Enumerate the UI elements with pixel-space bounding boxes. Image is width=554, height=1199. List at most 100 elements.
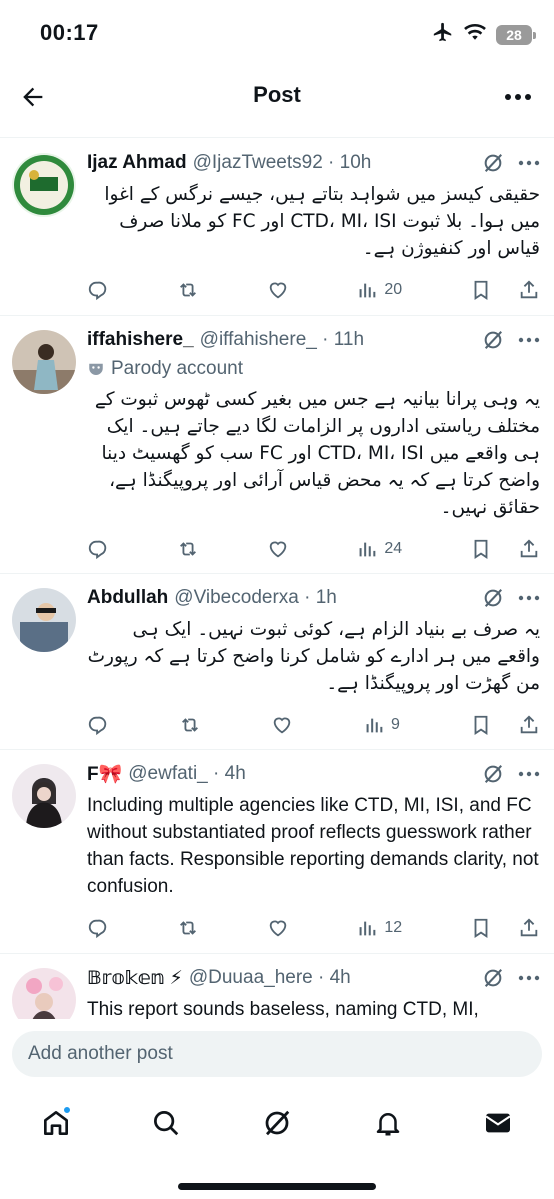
reply-post[interactable]: Abdullah @Vibecoderxa · 1h یہ صرف بے بنی… — [0, 574, 554, 750]
author-name[interactable]: 𝔹𝕣𝕠𝕜𝕖𝕟 ⚡ — [87, 967, 183, 990]
share-icon — [520, 918, 538, 937]
more-horizontal-icon[interactable] — [518, 152, 540, 174]
like-button[interactable] — [271, 714, 293, 736]
heart-icon — [269, 920, 286, 937]
reply-post[interactable]: Ijaz Ahmad @IjazTweets92 · 10h حقیقی کیس… — [0, 139, 554, 316]
bookmark-icon — [474, 918, 488, 938]
repost-button[interactable] — [177, 538, 199, 560]
reply-button[interactable] — [87, 714, 109, 736]
author-handle[interactable]: @IjazTweets92 · 10h — [193, 152, 372, 174]
parody-text: Parody account — [111, 358, 244, 379]
bookmark-icon — [474, 280, 488, 300]
notification-dot — [62, 1105, 72, 1115]
views-count: 9 — [391, 716, 400, 733]
views-button[interactable]: 20 — [356, 279, 402, 301]
author-handle[interactable]: @Duuaa_here · 4h — [189, 967, 351, 989]
reply-icon — [88, 540, 107, 560]
bookmark-button[interactable] — [470, 538, 492, 560]
repost-icon — [182, 718, 198, 732]
more-horizontal-icon[interactable] — [518, 587, 540, 609]
like-button[interactable] — [267, 538, 289, 560]
author-handle[interactable]: @Vibecoderxa · 1h — [174, 587, 337, 609]
avatar[interactable] — [12, 764, 76, 828]
status-bar: 00:17 28 — [0, 0, 554, 66]
reply-post[interactable]: 𝔹𝕣𝕠𝕜𝕖𝕟 ⚡ @Duuaa_here · 4h This report so… — [0, 954, 554, 1019]
repost-button[interactable] — [179, 714, 201, 736]
views-count: 20 — [384, 281, 403, 298]
avatar[interactable] — [12, 968, 76, 1019]
author-name[interactable]: Abdullah — [87, 587, 168, 609]
views-count: 24 — [384, 540, 403, 557]
reply-button[interactable] — [87, 538, 109, 560]
add-post-input[interactable]: Add another post — [12, 1031, 542, 1077]
share-button[interactable] — [518, 279, 540, 301]
views-button[interactable]: 9 — [363, 714, 400, 736]
author-handle[interactable]: @iffahishere_ · 11h — [200, 329, 364, 351]
grok-icon[interactable] — [482, 763, 504, 785]
post-text: یہ صرف بے بنیاد الزام ہے، کوئی ثبوت نہیں… — [87, 619, 540, 694]
post-text: This report sounds baseless, naming CTD,… — [87, 999, 479, 1019]
bookmark-button[interactable] — [470, 279, 492, 301]
author-name[interactable]: F🎀 — [87, 762, 122, 786]
tab-search[interactable] — [146, 1103, 186, 1143]
heart-icon — [273, 717, 291, 734]
views-count: 12 — [384, 919, 403, 936]
avatar[interactable] — [12, 588, 76, 652]
parody-label: Parody account — [87, 358, 540, 380]
grok-icon[interactable] — [482, 587, 504, 609]
mail-icon — [485, 1113, 511, 1133]
reply-button[interactable] — [87, 279, 109, 301]
compose-bar: Add another post — [0, 1019, 554, 1089]
replies-feed: Ijaz Ahmad @IjazTweets92 · 10h حقیقی کیس… — [0, 139, 554, 1019]
repost-button[interactable] — [177, 279, 199, 301]
author-name[interactable]: iffahishere_ — [87, 329, 194, 351]
post-text: یہ وہی پرانا بیانیہ ہے جس میں بغیر کسی ٹ… — [94, 389, 540, 518]
post-text: حقیقی کیسز میں شواہد بتاتے ہیں، جیسے نرگ… — [104, 184, 540, 259]
mask-icon — [89, 363, 103, 375]
status-icons: 28 — [432, 21, 536, 48]
tab-grok[interactable] — [257, 1103, 297, 1143]
more-horizontal-icon[interactable] — [518, 967, 540, 989]
reply-button[interactable] — [87, 917, 109, 939]
repost-icon — [179, 921, 196, 935]
repost-icon — [179, 283, 196, 297]
more-horizontal-icon[interactable] — [518, 763, 540, 785]
more-options-button[interactable] — [500, 80, 536, 114]
grok-icon — [265, 1110, 290, 1136]
repost-icon — [179, 542, 196, 556]
status-time: 00:17 — [40, 20, 99, 45]
like-button[interactable] — [267, 279, 289, 301]
post-actions: 24 — [87, 521, 540, 577]
grok-icon[interactable] — [482, 329, 504, 351]
tab-notifications[interactable] — [368, 1103, 408, 1143]
avatar[interactable] — [12, 330, 76, 394]
home-indicator — [178, 1183, 376, 1190]
grok-icon[interactable] — [482, 152, 504, 174]
grok-icon[interactable] — [482, 967, 504, 989]
reply-post[interactable]: iffahishere_ @iffahishere_ · 11h Parody … — [0, 316, 554, 574]
share-button[interactable] — [518, 538, 540, 560]
wifi-icon — [464, 23, 486, 46]
views-button[interactable]: 12 — [356, 917, 402, 939]
reply-post[interactable]: F🎀 @ewfati_ · 4h Including multiple agen… — [0, 750, 554, 954]
tab-home[interactable] — [36, 1103, 76, 1143]
tab-messages[interactable] — [478, 1103, 518, 1143]
share-button[interactable] — [518, 917, 540, 939]
reply-icon — [88, 716, 107, 736]
more-horizontal-icon — [505, 94, 531, 100]
search-icon — [154, 1111, 179, 1136]
author-name[interactable]: Ijaz Ahmad — [87, 152, 187, 174]
more-horizontal-icon[interactable] — [518, 329, 540, 351]
bookmark-button[interactable] — [470, 714, 492, 736]
post-actions: 9 — [87, 697, 540, 753]
battery-icon: 28 — [496, 24, 536, 45]
like-button[interactable] — [267, 917, 289, 939]
repost-button[interactable] — [177, 917, 199, 939]
bookmark-icon — [474, 539, 488, 559]
share-button[interactable] — [518, 714, 540, 736]
author-handle[interactable]: @ewfati_ · 4h — [128, 763, 246, 785]
views-button[interactable]: 24 — [356, 538, 402, 560]
header: Post — [0, 66, 554, 138]
avatar[interactable] — [12, 153, 76, 217]
bookmark-button[interactable] — [470, 917, 492, 939]
